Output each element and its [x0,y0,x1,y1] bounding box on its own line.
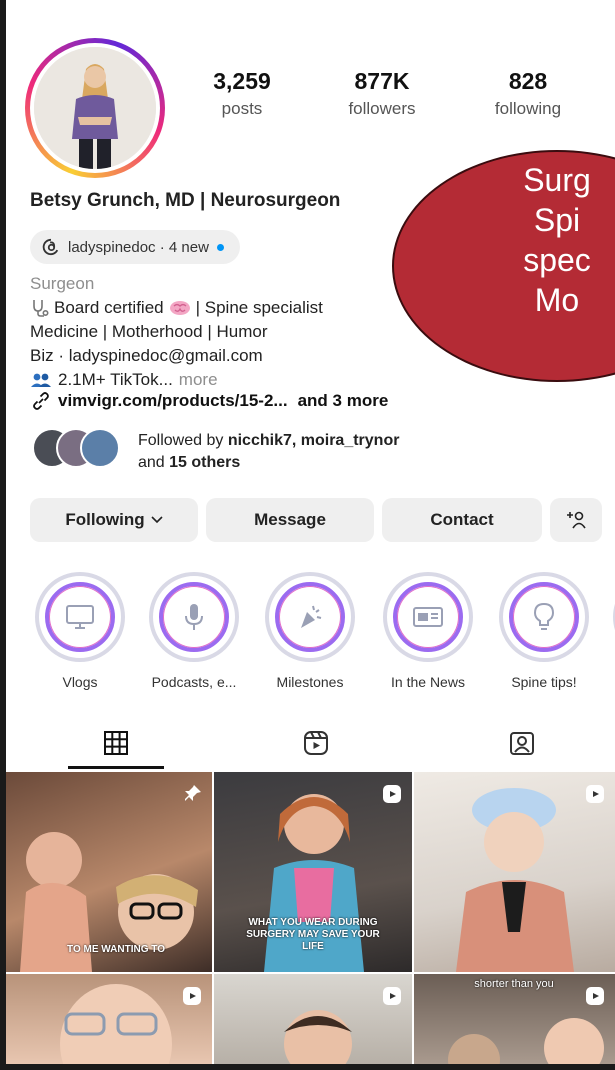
posts-grid: TO ME WANTING TO WHAT YOU WEAR DURING SU… [6,772,615,1064]
lightbulb-icon [533,602,555,630]
pinned-icon [185,785,201,801]
brain-icon [169,301,190,315]
reel-icon [586,785,604,803]
tab-posts-grid[interactable] [86,718,146,768]
bio-tiktok: 2.1M+ TikTok... [58,370,173,389]
callout-line: spec [523,242,591,278]
following-count-label: following [494,99,562,118]
avatar-portrait [34,47,156,169]
post-tile[interactable] [214,974,412,1064]
post-tile[interactable] [414,772,615,972]
window-frame-bottom [0,1064,615,1070]
suggested-users-button[interactable] [550,498,602,542]
post-tile[interactable] [6,974,212,1064]
profile-link[interactable]: vimvigr.com/products/15-2... and 3 more [30,390,388,412]
bio-spine-specialist: | Spine specialist [195,298,323,317]
followed-by-prefix: Followed by [138,432,224,449]
posts-count-value: 3,259 [213,68,271,94]
post-caption: TO ME WANTING TO [67,944,165,955]
threads-icon [42,238,59,256]
stethoscope-icon [33,300,49,317]
highlight-label: Podcasts, e... [151,674,237,690]
profile-tabs [6,718,615,772]
callout-line: Surg [523,162,591,198]
reel-icon [586,987,604,1005]
microphone-icon [185,604,203,630]
tab-tagged[interactable] [492,718,552,768]
posts-count[interactable]: 3,259 posts [182,68,302,119]
bio-more-link[interactable]: more [179,370,218,390]
highlight-label: Vlogs [62,674,98,690]
post-caption: WHAT YOU WEAR DURING SURGERY MAY SAVE YO… [246,917,380,952]
chevron-down-icon [151,516,163,524]
annotation-callout: Surg Spi spec Mo [392,150,615,382]
highlight-label: Milestones [276,674,344,690]
link-icon [33,392,49,410]
contact-button[interactable]: Contact [382,498,542,542]
reel-icon [383,987,401,1005]
new-dot-icon [216,243,224,251]
post-thumbnail [20,832,198,972]
followed-by-others: 15 others [169,454,241,471]
profile-avatar-ring[interactable] [25,38,165,178]
highlight-label: Spine tips! [511,674,577,690]
post-caption: shorter than you [474,978,554,990]
profile-category: Surgeon [30,274,95,293]
profile-name: Betsy Grunch, MD | Neurosurgeon [30,190,341,211]
bio-line-2: Medicine | Motherhood | Humor [30,322,268,341]
followed-by-names: nicchik7, moira_trynor [227,432,400,449]
highlight-in-the-news[interactable]: In the News [380,572,476,690]
followers-count-value: 877K [354,68,410,94]
profile-page: 3,259 posts 877K followers 828 following… [6,0,615,1064]
profile-avatar [34,47,156,169]
celebration-icon [301,605,322,628]
profile-link-more: and 3 more [297,391,389,410]
highlight-vlogs[interactable]: Vlogs [32,572,128,690]
followed-by-and: and [138,454,165,471]
post-tile[interactable]: TO ME WANTING TO [6,772,212,972]
reel-icon [383,785,401,803]
active-tab-indicator [68,766,164,769]
posts-count-label: posts [221,99,263,118]
people-icon [31,373,51,387]
threads-badge[interactable]: ladyspinedoc · 4 new [30,230,240,264]
profile-link-url: vimvigr.com/products/15-2... [58,391,288,410]
highlight-partial[interactable] [610,572,615,662]
mutual-avatar [80,428,120,468]
following-button[interactable]: Following [30,498,198,542]
add-person-icon [567,511,586,529]
bio-board-certified: Board certified [54,298,164,317]
highlight-milestones[interactable]: Milestones [262,572,358,690]
post-tile[interactable]: WHAT YOU WEAR DURING SURGERY MAY SAVE YO… [214,772,412,972]
bio-line-3: Biz · ladyspinedoc@gmail.com [30,346,263,365]
tagged-user-icon [510,732,534,755]
followers-count[interactable]: 877K followers [322,68,442,119]
tab-reels[interactable] [286,718,346,768]
highlight-label: In the News [391,674,465,690]
reels-icon [304,731,328,755]
bio-line-4: 2.1M+ TikTok... more [30,370,218,390]
callout-line: Mo [534,282,580,318]
following-count[interactable]: 828 following [468,68,588,119]
threads-badge-text: ladyspinedoc · 4 new [68,238,209,256]
following-button-label: Following [65,510,145,529]
mutual-followers-avatars[interactable] [32,428,120,468]
followers-count-label: followers [348,99,416,118]
grid-icon [104,731,128,755]
reel-icon [183,987,201,1005]
mutual-followers-text[interactable]: Followed by nicchik7, moira_trynor and 1… [138,430,399,474]
highlight-podcasts[interactable]: Podcasts, e... [146,572,242,690]
post-tile[interactable]: shorter than you [414,974,615,1064]
callout-line: Spi [533,202,581,238]
monitor-icon [66,605,94,629]
highlight-spine-tips[interactable]: Spine tips! [496,572,592,690]
following-count-value: 828 [508,68,548,94]
message-button[interactable]: Message [206,498,374,542]
newspaper-icon [413,607,443,627]
bio-line-1: Board certified | Spine specialist [30,298,323,318]
